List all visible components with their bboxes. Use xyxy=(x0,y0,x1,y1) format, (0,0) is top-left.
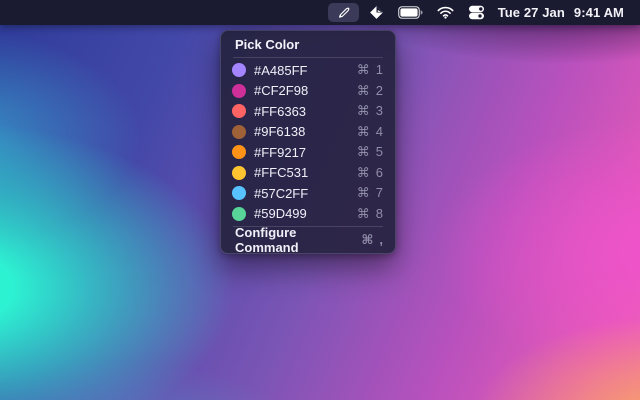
color-swatch xyxy=(232,186,246,200)
screenshot-app-icon xyxy=(369,5,384,20)
menubar-time: 9:41 AM xyxy=(574,5,624,20)
color-hex-label: #9F6138 xyxy=(254,124,305,139)
shortcut-label: ⌘1 xyxy=(357,62,383,78)
color-item-5[interactable]: #FF9217 ⌘5 xyxy=(221,142,395,163)
shortcut-label: ⌘6 xyxy=(357,165,383,181)
battery-icon xyxy=(398,6,423,19)
command-key-icon: ⌘ xyxy=(357,165,370,181)
command-key-icon: ⌘ xyxy=(357,103,370,119)
screenshot-app-menubar-item[interactable] xyxy=(362,0,391,25)
control-center-menubar-item[interactable] xyxy=(461,0,492,25)
shortcut-label: ⌘7 xyxy=(357,185,383,201)
color-hex-label: #FF6363 xyxy=(254,104,306,119)
color-hex-label: #57C2FF xyxy=(254,186,308,201)
color-item-6[interactable]: #FFC531 ⌘6 xyxy=(221,163,395,184)
color-picker-menu: Pick Color #A485FF ⌘1 #CF2F98 ⌘2 #FF6363… xyxy=(220,30,396,254)
command-key-icon: ⌘ xyxy=(357,62,370,78)
shortcut-label: ⌘, xyxy=(361,232,383,248)
color-list: #A485FF ⌘1 #CF2F98 ⌘2 #FF6363 ⌘3 #9F6138… xyxy=(221,58,395,226)
color-swatch xyxy=(232,145,246,159)
color-item-1[interactable]: #A485FF ⌘1 xyxy=(221,60,395,81)
shortcut-label: ⌘2 xyxy=(357,83,383,99)
menubar-clock[interactable]: Tue 27 Jan 9:41 AM xyxy=(498,5,624,20)
configure-command-label: Configure Command xyxy=(235,225,361,255)
color-swatch xyxy=(232,84,246,98)
shortcut-label: ⌘4 xyxy=(357,124,383,140)
color-item-4[interactable]: #9F6138 ⌘4 xyxy=(221,122,395,143)
shortcut-label: ⌘3 xyxy=(357,103,383,119)
color-picker-menubar-item[interactable] xyxy=(328,3,359,22)
command-key-icon: ⌘ xyxy=(357,144,370,160)
menu-title: Pick Color xyxy=(221,31,395,57)
command-key-icon: ⌘ xyxy=(357,206,370,222)
color-swatch xyxy=(232,104,246,118)
command-key-icon: ⌘ xyxy=(357,83,370,99)
eyedropper-icon xyxy=(336,5,351,20)
color-swatch xyxy=(232,207,246,221)
wifi-menubar-item[interactable] xyxy=(430,0,461,25)
menubar-date: Tue 27 Jan xyxy=(498,5,565,20)
wifi-icon xyxy=(437,6,454,19)
command-key-icon: ⌘ xyxy=(357,185,370,201)
color-hex-label: #59D499 xyxy=(254,206,307,221)
command-key-icon: ⌘ xyxy=(361,232,373,248)
color-hex-label: #A485FF xyxy=(254,63,307,78)
command-key-icon: ⌘ xyxy=(357,124,370,140)
configure-command-item[interactable]: Configure Command ⌘, xyxy=(221,228,395,252)
color-item-8[interactable]: #59D499 ⌘8 xyxy=(221,204,395,225)
color-item-3[interactable]: #FF6363 ⌘3 xyxy=(221,101,395,122)
color-swatch xyxy=(232,63,246,77)
color-item-7[interactable]: #57C2FF ⌘7 xyxy=(221,183,395,204)
color-swatch xyxy=(232,125,246,139)
color-hex-label: #FFC531 xyxy=(254,165,308,180)
battery-menubar-item[interactable] xyxy=(391,0,430,25)
color-hex-label: #CF2F98 xyxy=(254,83,308,98)
control-center-icon xyxy=(468,5,485,20)
color-item-2[interactable]: #CF2F98 ⌘2 xyxy=(221,81,395,102)
color-hex-label: #FF9217 xyxy=(254,145,306,160)
shortcut-label: ⌘8 xyxy=(357,206,383,222)
shortcut-label: ⌘5 xyxy=(357,144,383,160)
menu-bar: Tue 27 Jan 9:41 AM xyxy=(0,0,640,25)
color-swatch xyxy=(232,166,246,180)
